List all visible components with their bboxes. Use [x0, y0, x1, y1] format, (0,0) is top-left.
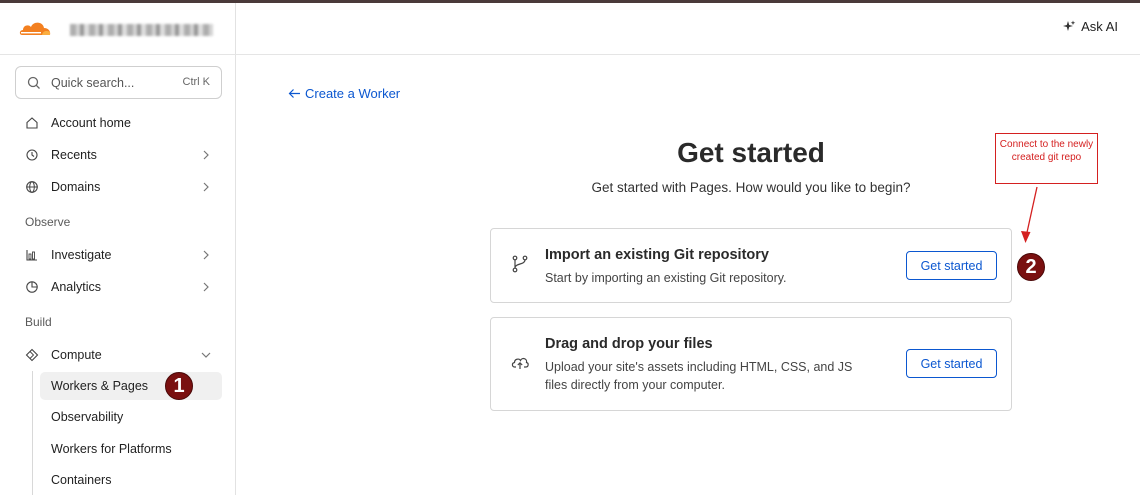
card-import-git: Import an existing Git repository Start … [490, 228, 1012, 303]
ask-ai-button[interactable]: Ask AI [1062, 19, 1118, 34]
sidebar-item-label: Account home [51, 116, 131, 130]
history-icon [26, 149, 38, 161]
chevron-right-icon [203, 182, 209, 192]
sidebar-item-label: Domains [51, 180, 101, 194]
back-link-label: Create a Worker [305, 86, 401, 101]
git-branch-icon [512, 255, 528, 273]
home-icon [26, 117, 38, 129]
search-input[interactable] [51, 72, 171, 94]
sidebar-item-label: Analytics [51, 280, 102, 294]
sidebar-item-label: Compute [51, 348, 102, 362]
brand-bar [0, 3, 236, 55]
sidebar-item-label: Workers for Platforms [51, 442, 172, 456]
search-icon [27, 76, 40, 89]
sidebar-item-label: Recents [51, 148, 97, 162]
step-badge-1: 1 [165, 372, 193, 400]
search-shortcut: Ctrl K [182, 76, 211, 88]
chevron-right-icon [203, 282, 209, 292]
annotation-arrow-icon [1021, 186, 1038, 243]
annotation-note: Connect to the newly created git repo [995, 133, 1098, 184]
back-link-create-worker[interactable]: Create a Worker [288, 86, 400, 101]
sidebar-item-workers-pages[interactable]: Workers & Pages [40, 372, 222, 400]
top-bar: Ask AI [236, 3, 1140, 55]
sidebar-item-recents[interactable]: Recents [15, 141, 222, 169]
page-title: Get started [677, 137, 825, 168]
analytics-icon [26, 281, 38, 293]
ask-ai-label: Ask AI [1081, 19, 1118, 34]
sidebar-item-workers-for-platforms[interactable]: Workers for Platforms [40, 435, 222, 463]
step-badge-2: 2 [1017, 253, 1045, 281]
chevron-right-icon [203, 250, 209, 260]
investigate-icon [26, 250, 37, 261]
arrow-left-icon [288, 89, 300, 98]
submenu-guide-line [32, 371, 33, 495]
card-title: Drag and drop your files [545, 336, 713, 352]
compute-icon [25, 348, 39, 362]
sidebar-item-label: Observability [51, 410, 124, 424]
cloudflare-logo-icon[interactable] [18, 19, 52, 37]
globe-icon [26, 181, 38, 193]
sidebar-item-domains[interactable]: Domains [15, 173, 222, 201]
chevron-right-icon [203, 150, 209, 160]
card-title: Import an existing Git repository [545, 247, 769, 263]
sidebar-item-label: Workers & Pages [51, 379, 149, 393]
get-started-git-button[interactable]: Get started [906, 251, 997, 280]
sidebar-item-label: Containers [51, 473, 112, 487]
sidebar: Ctrl K Account home Recents Domains Obse… [0, 3, 236, 495]
sidebar-item-account-home[interactable]: Account home [15, 109, 222, 137]
card-description: Upload your site's assets including HTML… [545, 360, 853, 392]
card-description: Start by importing an existing Git repos… [545, 271, 787, 285]
sidebar-item-observability[interactable]: Observability [40, 403, 222, 431]
sidebar-item-containers[interactable]: Containers [40, 466, 222, 494]
chevron-down-icon [201, 352, 211, 358]
sidebar-item-investigate[interactable]: Investigate [15, 241, 222, 269]
sidebar-item-label: Investigate [51, 248, 112, 262]
quick-search[interactable]: Ctrl K [15, 66, 222, 99]
card-drag-drop: Drag and drop your files Upload your sit… [490, 317, 1012, 411]
sidebar-item-analytics[interactable]: Analytics [15, 273, 222, 301]
section-label-build: Build [25, 315, 52, 329]
account-name-redacted[interactable] [70, 24, 213, 36]
sidebar-item-compute[interactable]: Compute [15, 341, 222, 369]
section-label-observe: Observe [25, 215, 71, 229]
upload-cloud-icon [511, 357, 529, 369]
get-started-upload-button[interactable]: Get started [906, 349, 997, 378]
sparkle-icon [1063, 20, 1076, 31]
page-subtitle: Get started with Pages. How would you li… [591, 180, 911, 195]
